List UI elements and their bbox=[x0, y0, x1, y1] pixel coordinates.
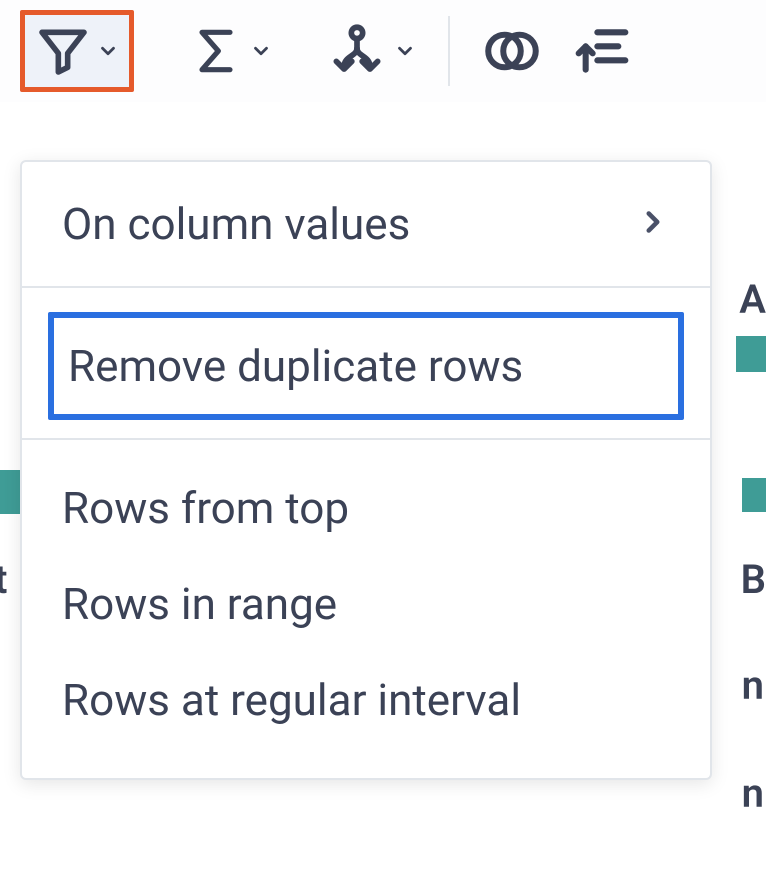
bg-char-n2: n bbox=[742, 770, 764, 817]
bg-char-b: B bbox=[741, 556, 766, 603]
funnel-icon bbox=[35, 23, 91, 79]
menu-group-keep: Rows from top Rows in range Rows at regu… bbox=[22, 438, 710, 748]
toolbar bbox=[0, 0, 766, 102]
overlap-icon bbox=[482, 21, 542, 81]
sigma-icon bbox=[188, 23, 244, 79]
split-button[interactable] bbox=[314, 10, 428, 92]
menu-item-rows-from-top[interactable]: Rows from top bbox=[22, 440, 710, 556]
bg-char-t: t bbox=[0, 556, 7, 603]
sort-icon bbox=[574, 23, 630, 79]
bg-char-a: A bbox=[739, 276, 766, 323]
sigma-button[interactable] bbox=[176, 13, 284, 89]
menu-item-remove-duplicate-rows[interactable]: Remove duplicate rows bbox=[48, 312, 684, 420]
chevron-down-icon bbox=[250, 40, 272, 62]
chevron-right-icon bbox=[636, 198, 670, 250]
menu-item-rows-in-range[interactable]: Rows in range bbox=[22, 556, 710, 652]
bg-char-n1: n bbox=[742, 662, 764, 709]
menu-item-on-column-values[interactable]: On column values bbox=[22, 162, 710, 288]
menu-item-label: Rows from top bbox=[62, 482, 349, 534]
menu-item-label: Remove duplicate rows bbox=[68, 340, 523, 392]
menu-item-label: On column values bbox=[62, 198, 410, 250]
filter-dropdown: On column values Remove duplicate rows R… bbox=[20, 160, 712, 780]
split-icon bbox=[326, 20, 388, 82]
sort-button[interactable] bbox=[562, 13, 642, 89]
chevron-down-icon bbox=[394, 40, 416, 62]
menu-item-label: Rows at regular interval bbox=[62, 674, 521, 726]
filter-button[interactable] bbox=[20, 10, 134, 92]
menu-item-label: Rows in range bbox=[62, 578, 337, 630]
bg-bar-right bbox=[736, 336, 766, 372]
menu-item-rows-at-regular-interval[interactable]: Rows at regular interval bbox=[22, 652, 710, 748]
bg-bar-right2 bbox=[742, 478, 766, 512]
overlap-button[interactable] bbox=[470, 11, 554, 91]
toolbar-divider bbox=[448, 16, 450, 86]
chevron-down-icon bbox=[97, 40, 119, 62]
